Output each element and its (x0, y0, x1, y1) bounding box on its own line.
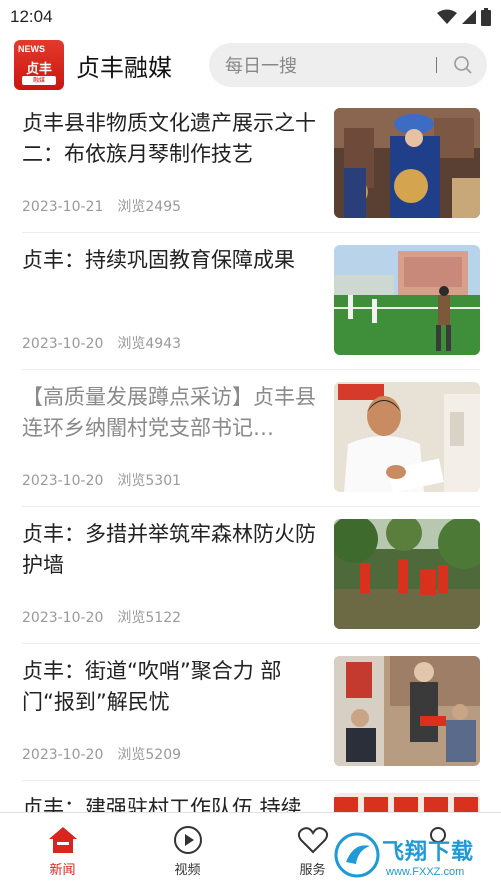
news-date: 2023-10-20 (22, 610, 104, 626)
news-item[interactable]: 贞丰：街道“吹哨”聚合力 部门“报到”解民忧 2023-10-20 浏览5209 (22, 644, 480, 781)
watermark-logo-icon (334, 832, 380, 878)
news-views: 浏览2495 (117, 199, 182, 215)
home-icon (48, 827, 77, 853)
news-meta: 2023-10-20 浏览5122 (22, 607, 181, 627)
logo-main-text: 贞丰 (25, 62, 52, 77)
news-views: 浏览5122 (117, 610, 182, 626)
watermark: 飞翔下载 www.FXXZ.com (334, 826, 494, 886)
news-item[interactable]: 贞丰县非物质文化遗产展示之十二：布依族月琴制作技艺 2023-10-21 浏览24… (22, 96, 480, 233)
news-thumbnail[interactable] (334, 108, 480, 218)
news-views: 浏览4943 (117, 336, 182, 352)
news-date: 2023-10-21 (22, 199, 104, 215)
nav-label-video: 视频 (174, 863, 201, 878)
news-meta: 2023-10-20 浏览4943 (22, 333, 181, 353)
news-thumbnail[interactable] (334, 793, 480, 812)
news-title[interactable]: 贞丰：持续巩固教育保障成果 (22, 245, 318, 276)
nav-item-news[interactable]: 新闻 (0, 813, 125, 892)
news-item[interactable]: 贞丰：建强驻村工作队伍 持续 (22, 781, 480, 812)
news-title[interactable]: 贞丰县非物质文化遗产展示之十二：布依族月琴制作技艺 (22, 108, 318, 170)
watermark-url: www.FXXZ.com (386, 866, 465, 878)
logo-news-text: NEWS (18, 44, 45, 54)
news-views: 浏览5301 (117, 473, 182, 489)
news-thumbnail[interactable] (334, 656, 480, 766)
nav-label-news: 新闻 (49, 863, 76, 878)
news-thumbnail[interactable] (334, 519, 480, 629)
search-placeholder: 每日一搜 (225, 56, 297, 77)
heart-icon (297, 827, 328, 854)
news-list: 贞丰县非物质文化遗产展示之十二：布依族月琴制作技艺 2023-10-21 浏览24… (0, 96, 501, 812)
status-time: 12:04 (10, 7, 53, 26)
news-date: 2023-10-20 (22, 473, 104, 489)
nav-item-video[interactable]: 视频 (125, 813, 250, 892)
news-item[interactable]: 贞丰：多措并举筑牢森林防火防护墙 2023-10-20 浏览5122 (22, 507, 480, 644)
news-meta: 2023-10-21 浏览2495 (22, 196, 181, 216)
search-divider (436, 57, 437, 73)
news-date: 2023-10-20 (22, 336, 104, 352)
play-icon (173, 826, 202, 854)
news-title[interactable]: 贞丰：街道“吹哨”聚合力 部门“报到”解民忧 (22, 656, 318, 718)
signal-icon (462, 10, 476, 24)
news-title[interactable]: 贞丰：多措并举筑牢森林防火防护墙 (22, 519, 318, 581)
battery-icon (481, 8, 491, 26)
news-date: 2023-10-20 (22, 747, 104, 763)
news-title[interactable]: 贞丰：建强驻村工作队伍 持续 (22, 793, 318, 812)
status-bar: 12:04 (0, 0, 501, 34)
wifi-icon (437, 9, 457, 24)
app-logo: NEWS 贞丰 融媒 (14, 40, 64, 90)
search-icon[interactable] (453, 55, 473, 75)
nav-label-service: 服务 (299, 863, 326, 878)
news-thumbnail[interactable] (334, 382, 480, 492)
status-icons (437, 8, 491, 26)
news-item[interactable]: 贞丰：持续巩固教育保障成果 2023-10-20 浏览4943 (22, 233, 480, 370)
app-title: 贞丰融媒 (76, 53, 172, 82)
news-title[interactable]: 【高质量发展蹲点采访】贞丰县连环乡纳闇村党支部书记… (22, 382, 318, 444)
logo-sub-text: 融媒 (22, 76, 56, 85)
news-views: 浏览5209 (117, 747, 182, 763)
news-meta: 2023-10-20 浏览5301 (22, 470, 181, 490)
news-item[interactable]: 【高质量发展蹲点采访】贞丰县连环乡纳闇村党支部书记… 2023-10-20 浏览5… (22, 370, 480, 507)
search-input[interactable]: 每日一搜 (209, 43, 487, 87)
app-header: NEWS 贞丰 融媒 贞丰融媒 每日一搜 (0, 34, 501, 96)
news-meta: 2023-10-20 浏览5209 (22, 744, 181, 764)
watermark-text: 飞翔下载 (382, 840, 475, 865)
news-thumbnail[interactable] (334, 245, 480, 355)
